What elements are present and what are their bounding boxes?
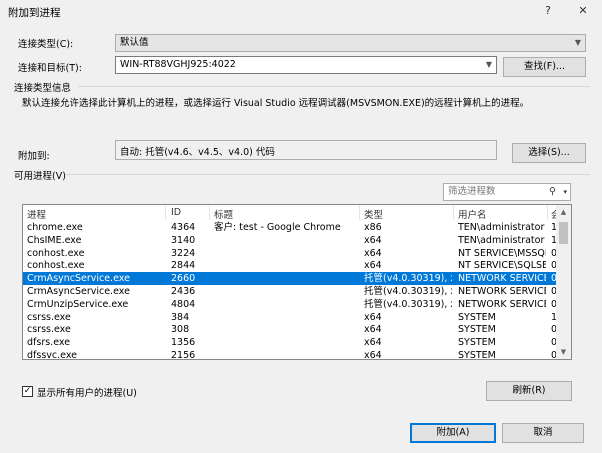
cell-process: csrss.exe: [27, 324, 71, 336]
close-button[interactable]: ✕: [572, 2, 594, 20]
table-row[interactable]: csrss.exe 384 x64 SYSTEM 1: [23, 311, 557, 324]
cell-process: CrmUnzipService.exe: [27, 298, 129, 310]
cell-type: 托管(v4.0.30319), x64: [364, 273, 452, 285]
cell-id: 3224: [171, 247, 196, 259]
help-button[interactable]: ?: [537, 2, 559, 20]
window-title: 附加到进程: [8, 7, 61, 19]
checkmark-icon: ✓: [23, 386, 32, 396]
cell-process: conhost.exe: [27, 260, 85, 272]
show-all-label[interactable]: 显示所有用户的进程(U): [37, 385, 137, 399]
cell-id: 2660: [171, 273, 196, 285]
scroll-down-icon[interactable]: ▼: [556, 345, 571, 359]
cell-user: NETWORK SERVICE: [458, 273, 546, 285]
scrollbar-thumb[interactable]: [559, 222, 568, 244]
cell-title: 客户: test - Google Chrome: [214, 222, 341, 233]
cell-user: NETWORK SERVICE: [458, 298, 546, 310]
table-row[interactable]: ChsIME.exe3140x64TEN\administrator [...1: [23, 234, 557, 247]
attach-to-value: 自动: 托管(v4.6、v4.5、v4.0) 代码: [115, 140, 497, 160]
column-id[interactable]: ID: [171, 207, 181, 218]
cell-type: x64: [364, 337, 382, 349]
cell-user: NETWORK SERVICE: [458, 286, 546, 297]
cell-type: x64: [364, 350, 382, 360]
column-title[interactable]: 标题: [214, 207, 233, 221]
close-icon: ✕: [578, 4, 588, 17]
table-row[interactable]: csrss.exe 308 x64 SYSTEM 0: [23, 323, 557, 336]
cell-user: NT SERVICE\SQLSE...: [458, 260, 546, 272]
table-row[interactable]: conhost.exe2844x64NT SERVICE\SQLSE...0: [23, 259, 557, 272]
refresh-button[interactable]: 刷新(R): [486, 381, 572, 401]
cell-id: 4364: [171, 222, 196, 233]
cell-user: SYSTEM: [458, 350, 496, 360]
cancel-button[interactable]: 取消: [502, 423, 584, 443]
cell-id: 308: [171, 324, 190, 336]
cell-process: chrome.exe: [27, 222, 83, 233]
cell-process: ChsIME.exe: [27, 234, 82, 246]
vertical-scrollbar[interactable]: ▲ ▼: [556, 205, 571, 359]
table-row[interactable]: CrmUnzipService.exe 4804 托管(v4.0.30319), x…: [23, 298, 557, 311]
attach-button[interactable]: 附加(A): [410, 423, 496, 443]
table-row[interactable]: dfsrs.exe 1356 x64 SYSTEM 0: [23, 336, 557, 349]
column-process[interactable]: 进程: [27, 207, 46, 221]
select-button[interactable]: 选择(S)...: [512, 143, 586, 163]
cell-user: SYSTEM: [458, 311, 496, 323]
cell-id: 384: [171, 311, 190, 323]
cell-process: dfsrs.exe: [27, 337, 71, 349]
filter-processes-input[interactable]: 筛选进程数 ⚲ ▾: [443, 183, 571, 201]
column-type[interactable]: 类型: [364, 207, 383, 221]
connection-type-combo[interactable]: 默认值 ▼: [115, 34, 586, 52]
cell-id: 1356: [171, 337, 196, 349]
cell-user: NT SERVICE\MSSQL...: [458, 247, 546, 259]
cell-id: 2844: [171, 260, 196, 272]
cell-user: TEN\administrator [...: [458, 222, 546, 233]
cell-type: 托管(v4.0.30319), x64: [364, 298, 452, 310]
column-user[interactable]: 用户名: [458, 207, 487, 221]
connection-info-description: 默认连接允许选择此计算机上的进程，或选择运行 Visual Studio 远程调…: [22, 98, 530, 109]
connection-info-heading: 连接类型信息: [14, 83, 72, 94]
chevron-down-icon: ▼: [574, 38, 581, 47]
filter-placeholder: 筛选进程数: [448, 186, 496, 197]
table-row[interactable]: chrome.exe 4364 客户: test - Google Chrome x8…: [23, 221, 557, 234]
processes-heading: 可用进程(V): [14, 171, 66, 182]
chevron-down-icon: ▼: [485, 60, 492, 69]
connection-type-label: 连接类型(C):: [18, 39, 74, 50]
scroll-up-icon[interactable]: ▲: [556, 205, 571, 219]
cell-type: x64: [364, 247, 382, 259]
attach-to-label: 附加到:: [18, 151, 50, 162]
cell-process: CrmAsyncService.exe: [27, 286, 130, 297]
find-button[interactable]: 查找(F)...: [503, 57, 586, 77]
connection-target-combo[interactable]: WIN-RT88VGHJ925:4022 ▼: [115, 56, 497, 74]
connection-type-value: 默认值: [120, 37, 149, 48]
cell-process: conhost.exe: [27, 247, 85, 259]
cell-user: SYSTEM: [458, 337, 496, 349]
search-icon: ⚲: [549, 186, 556, 197]
cell-type: 托管(v4.0.30319), x64: [364, 286, 452, 297]
chevron-down-icon[interactable]: ▾: [563, 184, 567, 200]
connection-target-value: WIN-RT88VGHJ925:4022: [120, 59, 236, 70]
cell-id: 4804: [171, 298, 196, 310]
connection-info-divider: [78, 86, 590, 87]
cell-user: TEN\administrator [...: [458, 234, 546, 246]
processes-divider: [66, 174, 590, 175]
cell-type: x64: [364, 311, 382, 323]
cell-type: x64: [364, 234, 382, 246]
cell-process: CrmAsyncService.exe: [27, 273, 130, 285]
table-row[interactable]: dfssvc.exe 2156 x64 SYSTEM 0: [23, 349, 557, 360]
cell-type: x86: [364, 222, 382, 233]
process-table[interactable]: 进程 ID 标题 类型 用户名 会 chrome.exe 4364 客户: test…: [22, 204, 572, 360]
cell-user: SYSTEM: [458, 324, 496, 336]
cell-process: csrss.exe: [27, 311, 71, 323]
cell-id: 3140: [171, 234, 196, 246]
cell-process: dfssvc.exe: [27, 350, 77, 360]
cell-id: 2156: [171, 350, 196, 360]
cell-type: x64: [364, 260, 382, 272]
cell-id: 2436: [171, 286, 196, 297]
table-header: 进程 ID 标题 类型 用户名 会: [23, 205, 561, 221]
show-all-checkbox[interactable]: ✓: [22, 386, 33, 397]
table-row[interactable]: conhost.exe3224x64NT SERVICE\MSSQL...0: [23, 247, 557, 260]
table-row[interactable]: CrmAsyncService.exe 2660 托管(v4.0.30319), x…: [23, 272, 557, 286]
table-row[interactable]: CrmAsyncService.exe 2436 托管(v4.0.30319), x…: [23, 285, 557, 298]
connection-target-label: 连接和目标(T):: [18, 63, 82, 74]
cell-type: x64: [364, 324, 382, 336]
